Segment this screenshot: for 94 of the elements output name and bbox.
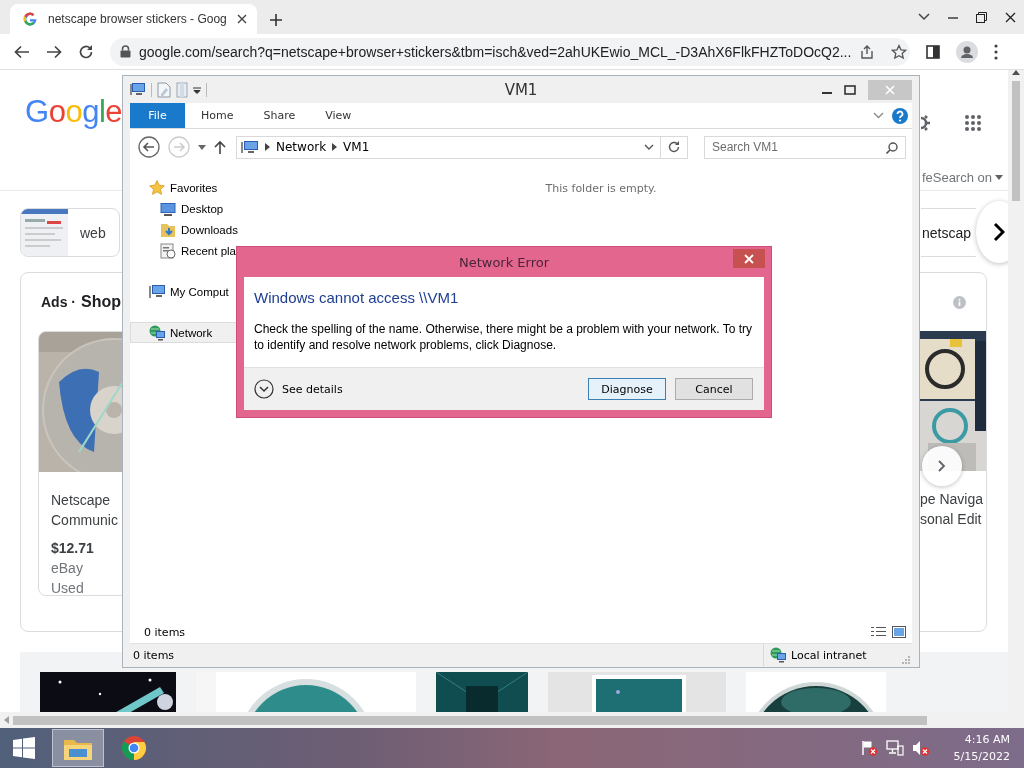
search-field[interactable]: Search VM1 (704, 135, 906, 159)
google-icon (22, 11, 38, 27)
window-title: VM1 (503, 80, 539, 99)
ads-label: Ads · (41, 294, 76, 310)
chevron-right-icon[interactable] (332, 143, 338, 151)
dialog-title: Network Error (458, 254, 550, 270)
search-chip[interactable]: netscap (921, 208, 976, 257)
back-icon[interactable] (138, 136, 160, 158)
up-arrow-icon[interactable] (214, 140, 226, 154)
dialog-heading: Windows cannot access \\VM1 (254, 289, 460, 306)
breadcrumb[interactable]: Network (276, 140, 327, 154)
side-panel-icon[interactable] (926, 44, 940, 59)
empty-folder-message: This folder is empty. (545, 182, 657, 196)
ribbon-tab[interactable]: Home (185, 103, 248, 128)
expand-chevron-icon[interactable] (254, 379, 274, 399)
clock-date: 5/15/2022 (953, 749, 1010, 765)
product-condition: Used (51, 579, 84, 595)
store-name: eBay (51, 559, 83, 578)
star-icon[interactable] (891, 43, 908, 60)
close-icon (744, 253, 754, 264)
apps-grid-icon[interactable] (965, 115, 981, 131)
product-title[interactable]: Netscape Communic (51, 490, 118, 530)
new-tab-icon[interactable] (268, 13, 283, 27)
dialog-button[interactable]: Diagnose (588, 378, 666, 400)
help-icon[interactable] (892, 107, 908, 124)
arrow-up-icon[interactable] (1012, 70, 1020, 75)
chevron-down-icon[interactable] (918, 13, 930, 21)
close-icon (885, 84, 895, 95)
back-arrow-icon[interactable] (14, 44, 30, 59)
speaker-muted-icon[interactable] (911, 740, 930, 756)
item-count: 0 items (133, 648, 175, 662)
dialog-button[interactable]: Cancel (675, 378, 753, 400)
menu-icon[interactable] (994, 43, 998, 60)
restore-icon[interactable] (976, 11, 987, 23)
browser-tab[interactable]: netscape browser stickers - Goog (10, 4, 257, 34)
scroll-thumb[interactable] (13, 715, 927, 725)
see-details-link[interactable]: See details (282, 382, 343, 396)
settings-icon[interactable] (921, 115, 931, 131)
safesearch-label[interactable]: feSearch on (921, 170, 992, 185)
product-title[interactable]: pe Naviga sonal Edit (920, 489, 984, 529)
document-clock-icon (160, 242, 176, 259)
share-icon[interactable] (859, 43, 876, 60)
vertical-scrollbar[interactable] (1008, 70, 1024, 712)
forward-arrow-icon[interactable] (46, 44, 62, 59)
file-menu-tab[interactable]: File (130, 103, 185, 128)
chevron-right-icon (993, 222, 1005, 242)
star-icon (149, 179, 165, 196)
ribbon-tab[interactable]: View (309, 103, 366, 128)
ads-title: Shop (81, 293, 121, 311)
caret-icon[interactable] (995, 175, 1003, 180)
search-chip[interactable]: web (20, 208, 120, 257)
caret-icon[interactable] (198, 144, 206, 150)
nav-item[interactable]: Favorites (130, 177, 290, 198)
details-view-icon[interactable] (871, 626, 886, 637)
windows-logo-icon (13, 737, 35, 759)
lock-icon (120, 45, 131, 58)
download-folder-icon (160, 221, 176, 238)
search-icon[interactable] (886, 141, 898, 154)
nav-item[interactable]: Desktop (130, 198, 290, 219)
flag-alert-icon[interactable] (859, 740, 878, 756)
product-price: $12.71 (51, 539, 94, 558)
google-logo[interactable]: Google (25, 94, 122, 134)
ribbon-tab[interactable]: Share (247, 103, 310, 128)
chevron-right-icon[interactable] (265, 143, 270, 151)
scroll-thumb[interactable] (1012, 81, 1020, 201)
close-icon[interactable] (236, 14, 247, 24)
network-icon (149, 324, 165, 341)
close-button[interactable] (733, 249, 765, 268)
close-icon[interactable] (1005, 11, 1016, 23)
chevron-down-icon[interactable] (644, 144, 654, 150)
chrome-icon (121, 735, 147, 761)
computer-icon (149, 283, 165, 300)
address-field[interactable]: Network VM1 (236, 135, 688, 159)
nav-item[interactable]: Downloads (130, 219, 290, 240)
reload-icon[interactable] (78, 43, 94, 60)
address-bar[interactable]: google.com/search?q=netscape+browser+stickers&tbm=isch&ved=2ahUKEwio_MCL_-D3AhX6FlkFHZToDOcQ2... (110, 37, 910, 66)
chevron-right-icon (938, 460, 946, 472)
maximize-icon[interactable] (844, 84, 856, 95)
chevron-down-icon[interactable] (873, 112, 884, 119)
security-zone: Local intranet (791, 648, 867, 662)
caret-icon[interactable] (193, 85, 201, 94)
horizontal-scrollbar[interactable] (0, 712, 1024, 728)
computer-icon (241, 139, 259, 155)
refresh-icon (668, 141, 680, 153)
clock-time: 4:16 AM (964, 732, 1010, 748)
resize-grip-icon[interactable] (902, 656, 910, 664)
large-icons-view-icon[interactable] (892, 626, 906, 638)
profile-icon[interactable] (956, 40, 978, 63)
globe-computer-icon (770, 647, 786, 663)
network-icon[interactable] (885, 740, 904, 756)
computer-icon[interactable] (130, 82, 146, 97)
item-count: 0 items (144, 625, 187, 639)
breadcrumb[interactable]: VM1 (343, 140, 370, 154)
monitor-icon (160, 200, 176, 217)
